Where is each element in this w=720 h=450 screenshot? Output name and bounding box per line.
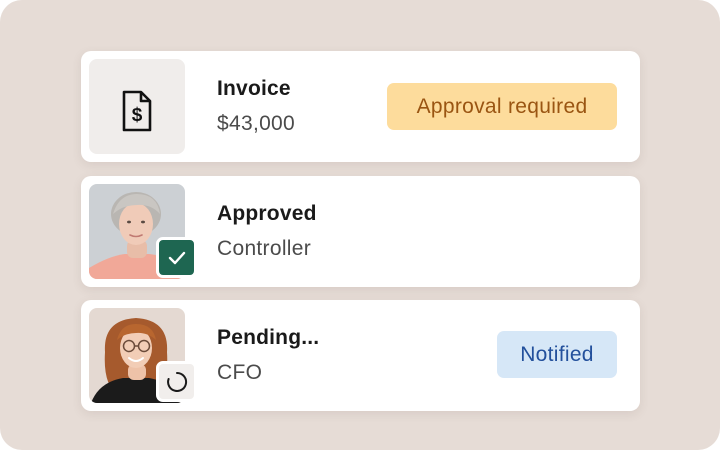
invoice-dollar-icon: $ (122, 90, 152, 132)
loading-spinner-icon (166, 371, 187, 392)
cfo-approval-card[interactable]: Pending... CFO Notified (81, 300, 640, 411)
invoice-title: Invoice (217, 77, 291, 100)
invoice-card[interactable]: $ Invoice $43,000 Approval required (81, 51, 640, 162)
controller-role-text: Controller (217, 237, 312, 260)
cfo-role-text: CFO (217, 361, 263, 384)
notified-badge: Notified (497, 331, 617, 378)
approved-status-icon (156, 237, 197, 278)
approval-required-badge: Approval required (387, 83, 617, 130)
approval-flow-panel: $ Invoice $43,000 Approval required Appr… (0, 0, 720, 450)
controller-approval-card[interactable]: Approved Controller (81, 176, 640, 287)
invoice-amount: $43,000 (217, 112, 296, 135)
approved-status-text: Approved (217, 202, 317, 225)
pending-status-text: Pending... (217, 326, 320, 349)
invoice-thumbnail: $ (89, 59, 185, 154)
check-icon (168, 251, 185, 264)
svg-text:$: $ (132, 105, 143, 126)
pending-status-icon (156, 361, 197, 402)
